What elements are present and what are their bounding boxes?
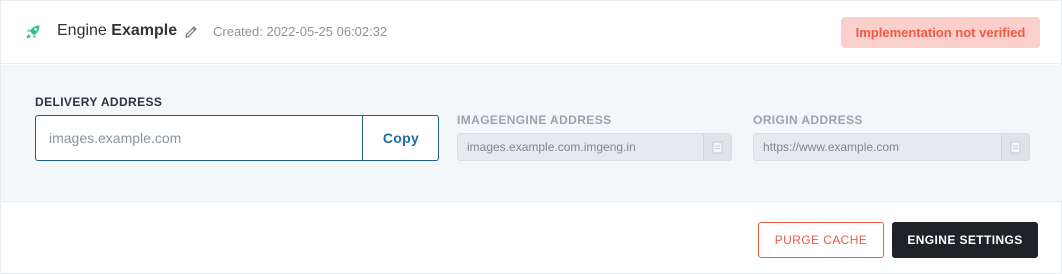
copy-button[interactable]: Copy: [362, 116, 439, 160]
engine-name: Example: [111, 22, 178, 39]
engine-card: Engine Example Created: 2022-05-25 06:02…: [0, 0, 1062, 274]
imageengine-address-value: images.example.com.imgeng.in: [467, 140, 636, 154]
clipboard-icon[interactable]: [703, 134, 731, 160]
origin-address-field: https://www.example.com: [753, 133, 1030, 161]
addresses-panel: DELIVERY ADDRESS Copy IMAGEENGINE ADDRES…: [1, 65, 1062, 202]
delivery-address-label: DELIVERY ADDRESS: [35, 95, 163, 109]
clipboard-icon[interactable]: [1001, 134, 1029, 160]
rocket-icon: [24, 23, 42, 41]
engine-header: Engine Example Created: 2022-05-25 06:02…: [1, 1, 1062, 64]
purge-cache-button[interactable]: PURGE CACHE: [758, 222, 884, 258]
engine-settings-button[interactable]: ENGINE SETTINGS: [892, 222, 1038, 258]
created-timestamp: Created: 2022-05-25 06:02:32: [213, 24, 388, 39]
status-badge: Implementation not verified: [841, 17, 1040, 48]
origin-address-label: ORIGIN ADDRESS: [753, 113, 863, 127]
pencil-icon[interactable]: [184, 24, 199, 39]
engine-title: Engine Example: [57, 22, 177, 40]
imageengine-address-field: images.example.com.imgeng.in: [457, 133, 732, 161]
delivery-address-input[interactable]: [36, 116, 362, 160]
engine-title-prefix: Engine: [57, 22, 107, 39]
delivery-address-group: Copy: [35, 115, 439, 161]
imageengine-address-label: IMAGEENGINE ADDRESS: [457, 113, 612, 127]
origin-address-value: https://www.example.com: [763, 140, 900, 154]
